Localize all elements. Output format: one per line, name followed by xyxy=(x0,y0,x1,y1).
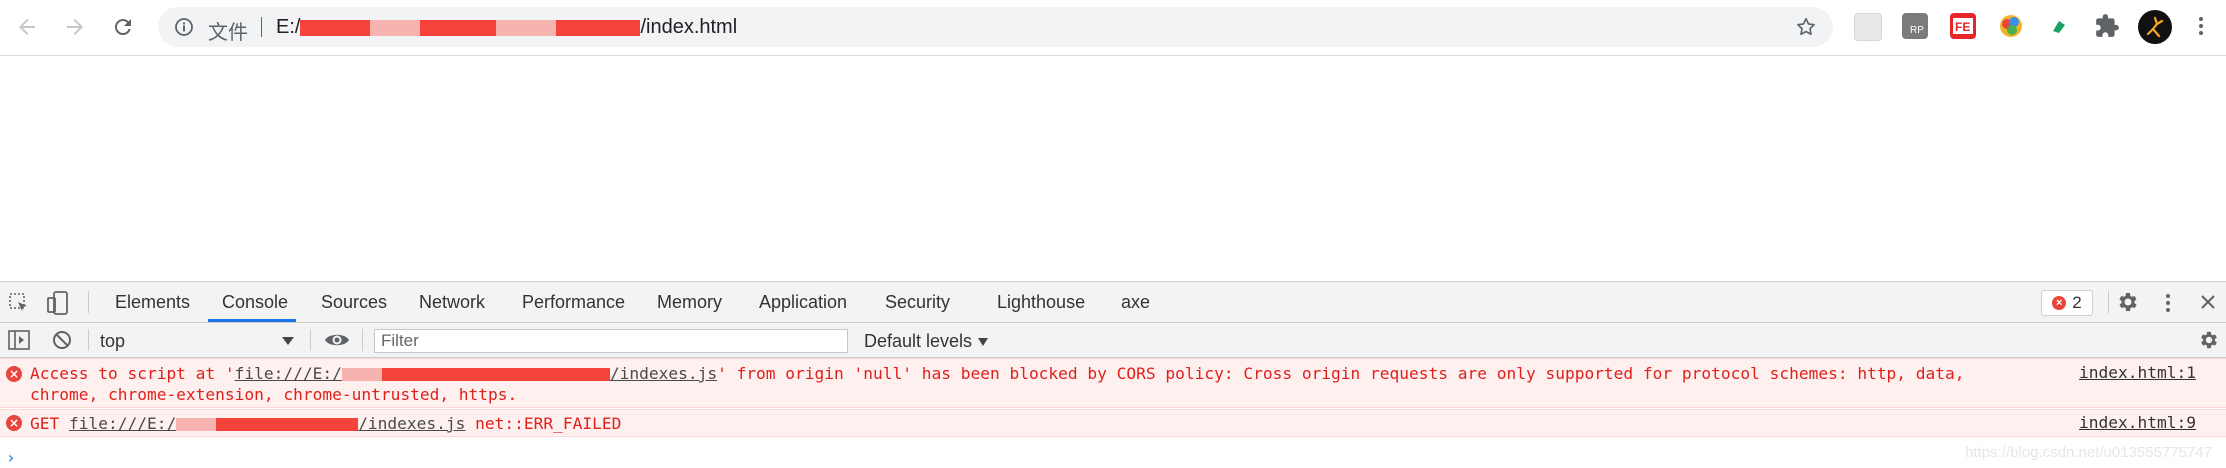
address-bar[interactable]: 文件 E:/ /index.html xyxy=(158,7,1833,47)
message-source-link[interactable]: index.html:1 xyxy=(2079,363,2196,382)
link-prefix: file:///E:/ xyxy=(68,414,177,433)
tab-elements[interactable]: Elements xyxy=(115,292,190,313)
eye-icon[interactable] xyxy=(324,330,350,350)
console-settings-gear-icon[interactable] xyxy=(2198,329,2220,351)
url-redaction xyxy=(370,19,421,36)
console-error-message: × GET file:///E:/ /indexes.js net::ERR_FA… xyxy=(0,409,2226,437)
url-scheme-label: 文件 xyxy=(208,22,248,44)
link-redaction xyxy=(341,368,382,381)
show-sidebar-icon[interactable] xyxy=(8,330,30,350)
console-toolbar: top Default levels xyxy=(0,323,2226,358)
block-icon[interactable] xyxy=(52,330,72,350)
svg-text:FE: FE xyxy=(1955,20,1970,34)
error-count-badge[interactable]: × 2 xyxy=(2041,290,2093,316)
message-text: GET xyxy=(30,414,69,433)
script-link[interactable]: file:///E:/ /indexes.js xyxy=(235,364,717,383)
chevron-down-icon xyxy=(978,338,989,347)
bookmark-star-icon[interactable] xyxy=(1795,16,1817,38)
error-icon: × xyxy=(2052,296,2067,310)
back-arrow-icon[interactable] xyxy=(12,12,42,42)
tab-network[interactable]: Network xyxy=(419,292,485,313)
tab-axe[interactable]: axe xyxy=(1121,292,1150,313)
browser-menu-icon[interactable] xyxy=(2196,14,2206,40)
separator xyxy=(362,329,363,351)
url-text[interactable]: E:/ /index.html xyxy=(276,16,737,39)
console-prompt[interactable]: › xyxy=(6,448,16,467)
tab-console[interactable]: Console xyxy=(222,292,288,313)
active-tab-indicator xyxy=(208,319,296,322)
link-suffix: /indexes.js xyxy=(609,364,718,383)
link-redaction xyxy=(176,418,217,431)
extension-color-icon[interactable] xyxy=(1998,13,2024,39)
message-text: net::ERR_FAILED xyxy=(465,414,622,433)
extensions-puzzle-icon[interactable] xyxy=(2094,13,2120,39)
filter-input[interactable] xyxy=(374,329,848,353)
tab-security[interactable]: Security xyxy=(885,292,950,313)
console-error-message: × Access to script at 'file:///E:/ /index… xyxy=(0,358,2226,408)
link-prefix: file:///E:/ xyxy=(234,364,342,383)
log-levels-dropdown[interactable]: Default levels xyxy=(864,331,989,352)
devtools-panel: Elements Console Sources Network Perform… xyxy=(0,281,2226,468)
url-prefix: E:/ xyxy=(276,16,301,38)
devtools-menu-icon[interactable] xyxy=(2164,292,2172,314)
extension-fe-icon[interactable]: FE xyxy=(1950,13,1976,39)
url-redaction xyxy=(556,19,641,36)
profile-avatar[interactable] xyxy=(2138,10,2172,44)
tab-application[interactable]: Application xyxy=(759,292,847,313)
error-icon: × xyxy=(6,366,22,382)
svg-text:RP: RP xyxy=(1910,25,1924,36)
url-redaction xyxy=(300,19,371,36)
link-suffix: /indexes.js xyxy=(358,414,466,433)
close-icon[interactable] xyxy=(2198,292,2218,312)
watermark: https://blog.csdn.net/u013555775747 xyxy=(1965,444,2212,461)
separator xyxy=(2108,291,2109,313)
device-toolbar-icon[interactable] xyxy=(46,290,70,316)
tab-lighthouse[interactable]: Lighthouse xyxy=(997,292,1085,313)
tab-memory[interactable]: Memory xyxy=(657,292,722,313)
info-icon[interactable] xyxy=(174,17,194,37)
separator xyxy=(310,329,311,351)
script-link[interactable]: file:///E:/ /indexes.js xyxy=(69,414,465,433)
reload-icon[interactable] xyxy=(108,12,138,42)
url-suffix: /index.html xyxy=(640,16,738,38)
log-levels-label: Default levels xyxy=(864,331,973,351)
console-message-text: GET file:///E:/ /indexes.js net::ERR_FAIL… xyxy=(30,413,2010,434)
browser-toolbar: 文件 E:/ /index.html RP FE xyxy=(0,0,2226,56)
extension-green-icon[interactable] xyxy=(2046,13,2072,39)
error-count: 2 xyxy=(2072,293,2082,312)
tab-sources[interactable]: Sources xyxy=(321,292,387,313)
url-redaction xyxy=(496,19,557,36)
context-select[interactable]: top xyxy=(100,331,300,352)
error-icon: × xyxy=(6,415,22,431)
chevron-down-icon xyxy=(282,337,294,345)
extension-blank-icon[interactable] xyxy=(1854,13,1882,41)
message-source-link[interactable]: index.html:9 xyxy=(2079,413,2196,432)
tab-performance[interactable]: Performance xyxy=(522,292,625,313)
inspect-element-icon[interactable] xyxy=(8,292,30,314)
link-redaction xyxy=(381,368,610,381)
url-separator xyxy=(261,17,262,37)
gear-icon[interactable] xyxy=(2116,290,2140,314)
message-text: Access to script at ' xyxy=(30,364,235,383)
devtools-tab-bar: Elements Console Sources Network Perform… xyxy=(0,282,2226,323)
separator xyxy=(88,329,89,351)
link-redaction xyxy=(216,418,359,431)
forward-arrow-icon[interactable] xyxy=(60,12,90,42)
url-redaction xyxy=(420,19,497,36)
console-message-text: Access to script at 'file:///E:/ /indexes… xyxy=(30,363,2010,405)
separator xyxy=(88,291,89,313)
extension-rp-icon[interactable]: RP xyxy=(1902,13,1928,39)
